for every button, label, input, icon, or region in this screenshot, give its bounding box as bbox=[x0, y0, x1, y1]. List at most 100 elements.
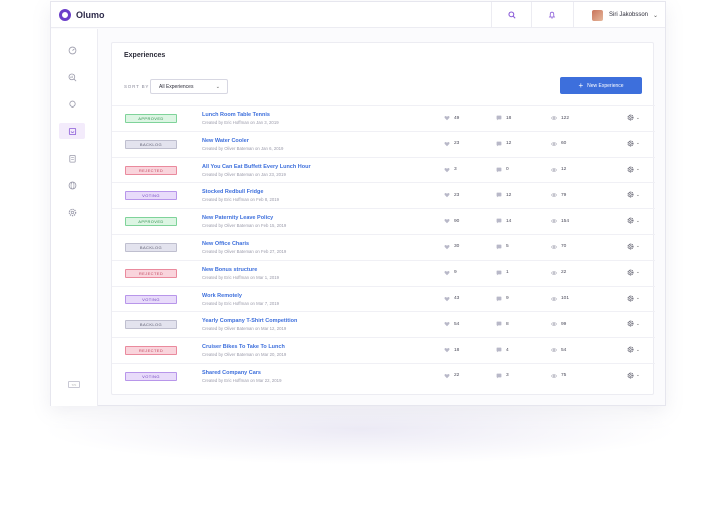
views-count: 75 bbox=[551, 373, 566, 379]
heart-icon bbox=[444, 296, 450, 301]
status-badge: BACKLOG bbox=[125, 320, 177, 330]
experience-title-link[interactable]: Stocked Redbull Fridge bbox=[202, 189, 263, 195]
row-actions-menu[interactable]: ⌄ bbox=[627, 372, 640, 379]
experience-created-by: Created by Oliver Bateman on Mar 12, 201… bbox=[202, 326, 287, 332]
experience-title-link[interactable]: All You Can Eat Buffett Every Lunch Hour bbox=[202, 164, 311, 170]
new-experience-button[interactable]: + New Experience bbox=[560, 77, 642, 94]
views-value: 54 bbox=[561, 347, 567, 353]
comment-icon bbox=[496, 296, 502, 301]
table-row[interactable]: VOTING Shared Company Cars Created by Er… bbox=[112, 362, 655, 389]
sidebar-item-ideas[interactable] bbox=[59, 96, 85, 112]
status-badge: VOTING bbox=[125, 191, 177, 201]
row-actions-menu[interactable]: ⌄ bbox=[627, 140, 640, 147]
chevron-down-icon: ⌄ bbox=[653, 12, 659, 19]
sidebar-collapse-button[interactable]: << bbox=[68, 381, 80, 388]
notifications-button[interactable] bbox=[531, 2, 571, 28]
search-button[interactable] bbox=[491, 2, 531, 28]
sidebar-item-global[interactable] bbox=[59, 177, 85, 193]
experience-title-link[interactable]: New Bonus structure bbox=[202, 267, 257, 273]
table-row[interactable]: BACKLOG Yearly Company T-Shirt Competiti… bbox=[112, 311, 655, 337]
table-row[interactable]: APPROVED New Paternity Leave Policy Crea… bbox=[112, 208, 655, 234]
table-row[interactable]: REJECTED New Bonus structure Created by … bbox=[112, 259, 655, 286]
heart-icon bbox=[444, 270, 450, 276]
sidebar-item-experiences[interactable] bbox=[59, 123, 85, 139]
likes-count: 23 bbox=[444, 192, 459, 198]
avatar bbox=[592, 9, 603, 21]
heart-icon bbox=[444, 245, 450, 250]
comments-value: 14 bbox=[506, 218, 512, 224]
experience-title-link[interactable]: New Water Cooler bbox=[202, 138, 249, 144]
table-row[interactable]: BACKLOG New Water Cooler Created by Oliv… bbox=[112, 130, 655, 157]
row-actions-menu[interactable]: ⌄ bbox=[627, 320, 640, 327]
likes-value: 22 bbox=[454, 373, 460, 379]
experience-title-link[interactable]: Yearly Company T-Shirt Competition bbox=[202, 318, 297, 324]
brand-name: Olumo bbox=[76, 10, 105, 20]
comments-count: 4 bbox=[496, 347, 509, 353]
comments-count: 14 bbox=[496, 218, 511, 224]
views-count: 154 bbox=[551, 218, 569, 224]
row-actions-menu[interactable]: ⌄ bbox=[627, 243, 640, 250]
experience-title-link[interactable]: New Office Charis bbox=[202, 241, 249, 247]
eye-icon bbox=[551, 296, 557, 301]
heart-icon bbox=[444, 193, 450, 198]
chevron-down-icon: ⌄ bbox=[215, 84, 220, 90]
status-badge: REJECTED bbox=[125, 268, 177, 278]
row-actions-menu[interactable]: ⌄ bbox=[627, 191, 640, 198]
row-actions-menu[interactable]: ⌄ bbox=[627, 295, 640, 302]
heart-icon bbox=[444, 374, 450, 379]
comments-count: 12 bbox=[496, 192, 511, 198]
experiences-card: Experiences SORT BY All Experiences ⌄ + … bbox=[111, 42, 655, 395]
views-value: 60 bbox=[561, 141, 567, 147]
logo[interactable]: Olumo bbox=[59, 9, 105, 21]
likes-value: 54 bbox=[454, 321, 460, 327]
sidebar-item-settings[interactable] bbox=[59, 204, 85, 220]
table-row[interactable]: APPROVED Lunch Room Table Tennis Created… bbox=[112, 105, 655, 131]
new-experience-label: New Experience bbox=[587, 82, 624, 89]
experiences-list: APPROVED Lunch Room Table Tennis Created… bbox=[112, 105, 655, 389]
comments-value: 18 bbox=[506, 115, 512, 121]
table-row[interactable]: VOTING Stocked Redbull Fridge Created by… bbox=[112, 182, 655, 208]
table-row[interactable]: BACKLOG New Office Charis Created by Oli… bbox=[112, 233, 655, 260]
likes-value: 49 bbox=[454, 115, 460, 121]
status-badge: VOTING bbox=[125, 294, 177, 304]
experience-title-link[interactable]: Lunch Room Table Tennis bbox=[202, 112, 270, 118]
experience-title-link[interactable]: Cruiser Bikes To Take To Lunch bbox=[202, 344, 285, 350]
eye-icon bbox=[551, 270, 557, 275]
gear-icon bbox=[627, 191, 634, 198]
comments-value: 1 bbox=[506, 270, 509, 276]
row-actions-menu[interactable]: ⌄ bbox=[627, 217, 640, 224]
eye-icon bbox=[551, 193, 557, 198]
heart-icon bbox=[444, 322, 450, 327]
row-actions-menu[interactable]: ⌄ bbox=[627, 166, 640, 173]
table-row[interactable]: REJECTED Cruiser Bikes To Take To Lunch … bbox=[112, 337, 655, 363]
comments-value: 4 bbox=[506, 347, 509, 353]
row-actions-menu[interactable]: ⌄ bbox=[627, 346, 640, 353]
likes-value: 30 bbox=[454, 244, 460, 250]
experience-created-by: Created by Oliver Bateman on Jan 6, 2019 bbox=[202, 145, 284, 151]
eye-icon bbox=[551, 141, 557, 146]
row-actions-menu[interactable]: ⌄ bbox=[627, 269, 640, 276]
table-row[interactable]: VOTING Work Remotely Created by Eric Hof… bbox=[112, 285, 655, 312]
likes-value: 23 bbox=[454, 192, 460, 198]
sidebar-item-surveys[interactable] bbox=[59, 150, 85, 166]
status-badge: REJECTED bbox=[125, 165, 177, 175]
sidebar-item-dashboard[interactable] bbox=[59, 42, 85, 58]
heart-icon bbox=[444, 116, 450, 121]
likes-count: 30 bbox=[444, 244, 459, 250]
sidebar-item-insights[interactable] bbox=[59, 69, 85, 85]
eye-icon bbox=[551, 348, 557, 353]
table-row[interactable]: REJECTED All You Can Eat Buffett Every L… bbox=[112, 156, 655, 183]
experience-title-link[interactable]: New Paternity Leave Policy bbox=[202, 215, 273, 221]
chevron-down-icon: ⌄ bbox=[636, 269, 640, 275]
likes-count: 49 bbox=[444, 115, 459, 121]
heart-icon bbox=[444, 348, 450, 353]
chevron-down-icon: ⌄ bbox=[636, 217, 640, 223]
gear-icon bbox=[627, 217, 634, 224]
chevron-down-icon: ⌄ bbox=[636, 166, 640, 172]
user-menu[interactable]: Siri Jakobsson ⌄ bbox=[573, 2, 665, 28]
sort-select[interactable]: All Experiences ⌄ bbox=[150, 79, 228, 94]
row-actions-menu[interactable]: ⌄ bbox=[627, 114, 640, 121]
experience-title-link[interactable]: Work Remotely bbox=[202, 293, 242, 299]
experience-title-link[interactable]: Shared Company Cars bbox=[202, 370, 261, 376]
views-value: 12 bbox=[561, 167, 567, 173]
